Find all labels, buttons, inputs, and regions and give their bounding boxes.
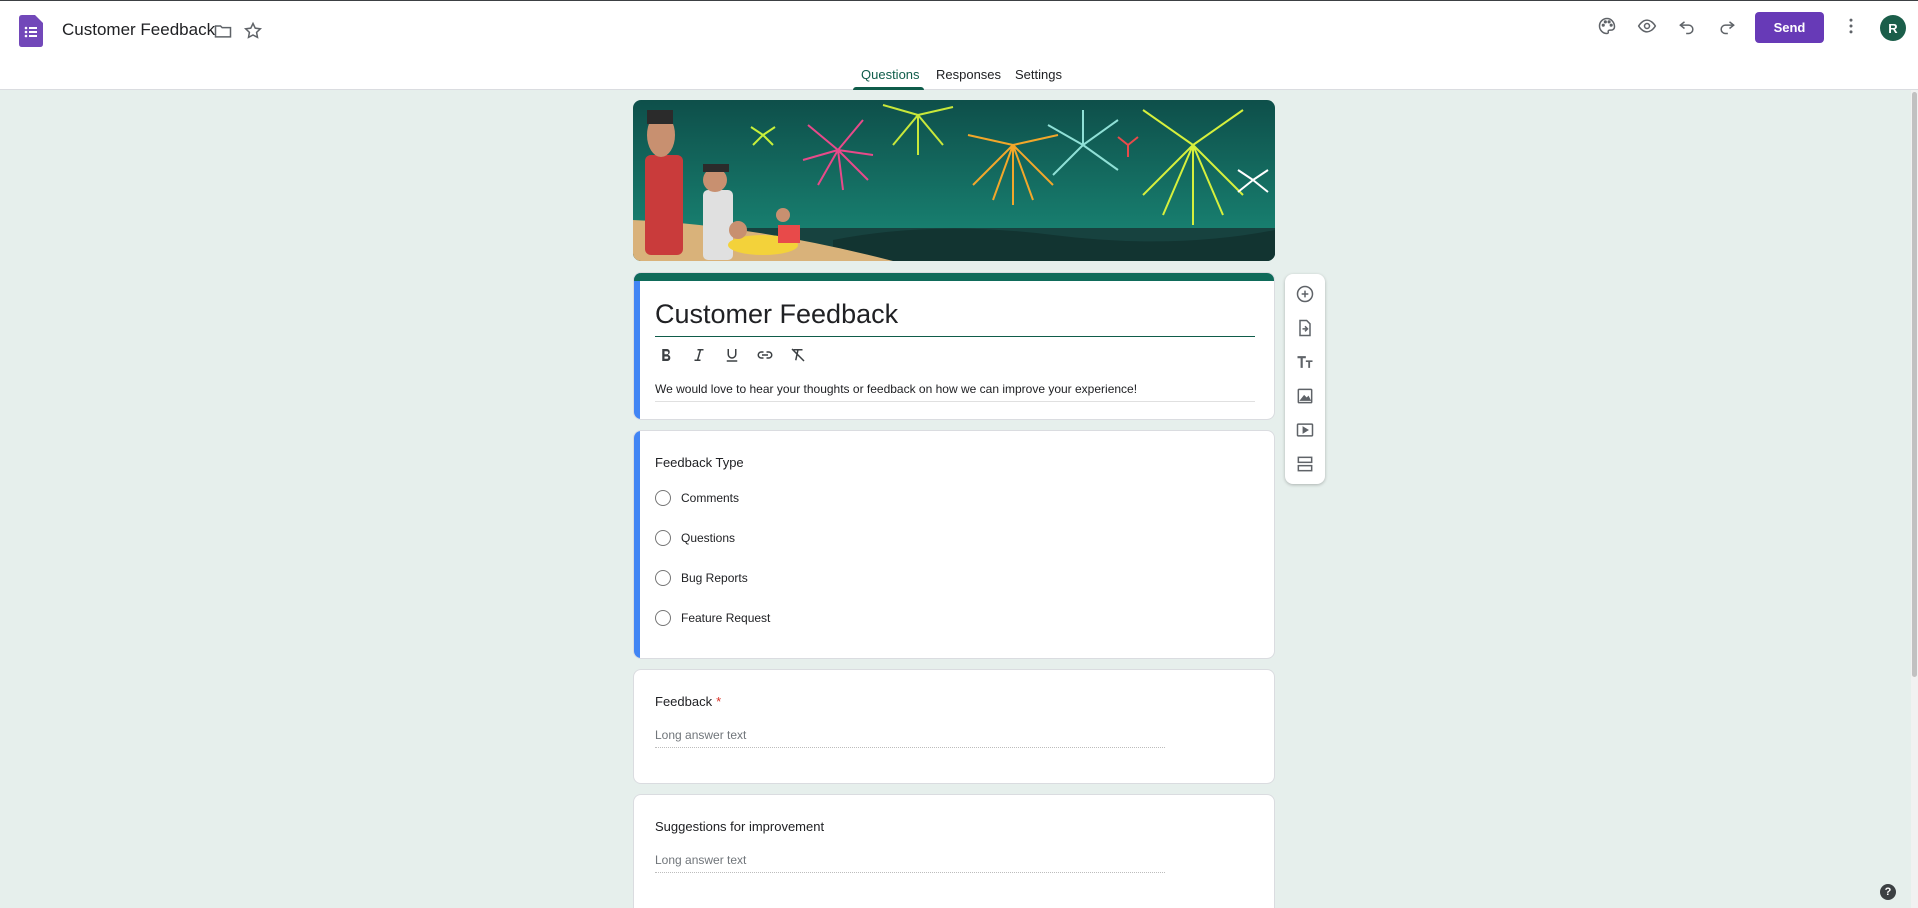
radio-label: Feature Request [681, 611, 771, 625]
radio-option[interactable]: Comments [655, 490, 739, 506]
radio-option[interactable]: Feature Request [655, 610, 770, 626]
question-card-suggestions[interactable]: Suggestions for improvement Long answer … [633, 794, 1275, 908]
radio-option[interactable]: Bug Reports [655, 570, 748, 586]
question-card-feedback-type[interactable]: Feedback Type Comments Questions Bug Rep… [633, 430, 1275, 659]
tab-questions[interactable]: Questions [861, 67, 920, 87]
question-title-text: Feedback [655, 694, 713, 709]
add-image-icon[interactable] [1293, 384, 1317, 408]
radio-label: Questions [681, 531, 736, 545]
italic-icon[interactable] [687, 343, 711, 367]
radio-button[interactable] [655, 610, 671, 626]
forms-logo-icon[interactable] [19, 15, 43, 47]
more-vert-icon[interactable] [1839, 14, 1863, 38]
side-toolbar [1285, 274, 1325, 484]
header-image [633, 100, 1275, 261]
tab-responses[interactable]: Responses [936, 67, 1001, 87]
radio-option[interactable]: Questions [655, 530, 735, 546]
help-icon[interactable]: ? [1880, 884, 1896, 900]
tab-settings[interactable]: Settings [1015, 67, 1062, 87]
app-header: Customer Feedback Send R Questions Respo… [0, 0, 1918, 90]
question-title[interactable]: Suggestions for improvement [655, 819, 824, 834]
question-title[interactable]: Feedback Type [655, 455, 744, 470]
radio-button[interactable] [655, 530, 671, 546]
question-title[interactable]: Feedback * [655, 694, 721, 709]
star-icon[interactable] [241, 19, 265, 43]
avatar[interactable]: R [1880, 15, 1906, 41]
radio-button[interactable] [655, 490, 671, 506]
send-button[interactable]: Send [1755, 12, 1824, 43]
theme-bar [634, 273, 1274, 281]
form-description-input[interactable]: We would love to hear your thoughts or f… [655, 382, 1255, 402]
long-answer-field[interactable]: Long answer text [655, 728, 1165, 748]
clear-format-icon[interactable] [786, 343, 810, 367]
add-title-icon[interactable] [1293, 350, 1317, 374]
link-icon[interactable] [753, 343, 777, 367]
redo-icon[interactable] [1715, 14, 1739, 38]
radio-label: Bug Reports [681, 571, 748, 585]
long-answer-field[interactable]: Long answer text [655, 853, 1165, 873]
active-tab-indicator [853, 87, 924, 90]
add-section-icon[interactable] [1293, 452, 1317, 476]
add-video-icon[interactable] [1293, 418, 1317, 442]
underline-icon[interactable] [720, 343, 744, 367]
form-title-input[interactable]: Customer Feedback [655, 299, 1255, 337]
bold-icon[interactable] [654, 343, 678, 367]
document-title[interactable]: Customer Feedback [62, 20, 215, 40]
folder-icon[interactable] [211, 19, 235, 43]
tab-bar: Questions Responses Settings [0, 57, 1918, 91]
form-title-card[interactable]: Customer Feedback We would love to hear … [633, 272, 1275, 420]
format-toolbar [654, 343, 810, 367]
import-questions-icon[interactable] [1293, 316, 1317, 340]
undo-icon[interactable] [1675, 14, 1699, 38]
radio-button[interactable] [655, 570, 671, 586]
add-question-icon[interactable] [1293, 282, 1317, 306]
palette-icon[interactable] [1595, 14, 1619, 38]
eye-icon[interactable] [1635, 14, 1659, 38]
scrollbar-thumb[interactable] [1912, 92, 1917, 677]
required-asterisk: * [716, 694, 722, 709]
question-card-feedback[interactable]: Feedback * Long answer text [633, 669, 1275, 784]
radio-label: Comments [681, 491, 740, 505]
